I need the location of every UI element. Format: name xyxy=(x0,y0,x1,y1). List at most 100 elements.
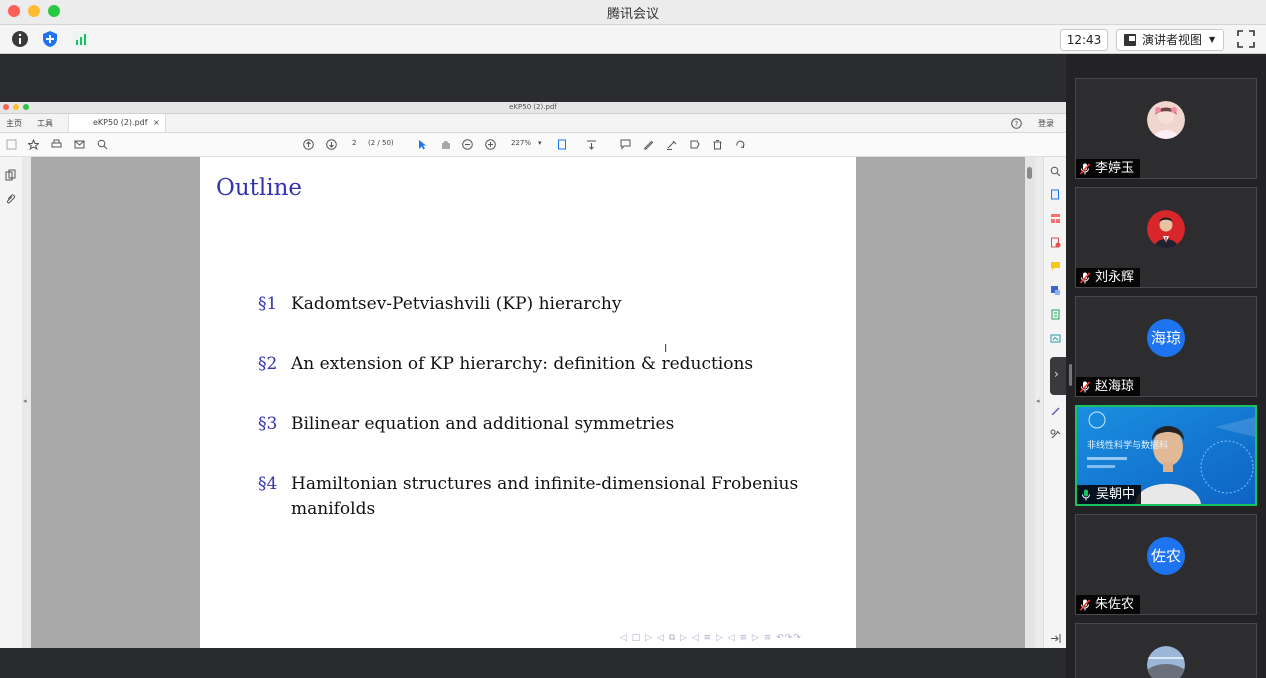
zoom-level[interactable]: 227% xyxy=(511,139,531,147)
tab-home[interactable]: 主页 xyxy=(6,118,22,129)
shield-icon[interactable] xyxy=(41,30,59,48)
pdf-toolbar: 2 (2 / 50) 227% ▾ xyxy=(0,133,1066,157)
stamp-icon[interactable] xyxy=(689,139,700,150)
customize-tools-icon[interactable] xyxy=(1050,429,1061,440)
zoom-out-icon[interactable] xyxy=(462,139,473,150)
zoom-chevron-icon[interactable]: ▾ xyxy=(538,139,542,147)
panel-resize-handle[interactable] xyxy=(1069,364,1072,386)
edit-pdf-icon[interactable] xyxy=(1050,285,1061,296)
section-text: Kadomtsev-Petviashvili (KP) hierarchy xyxy=(291,294,622,314)
scrollbar-thumb[interactable] xyxy=(1027,167,1032,179)
fullscreen-icon[interactable] xyxy=(1237,30,1255,48)
cursor-icon[interactable] xyxy=(417,139,428,150)
collapse-right-icon[interactable]: ◂ xyxy=(1036,397,1040,405)
participant-tile-partial[interactable] xyxy=(1075,623,1257,678)
participant-name: 赵海琼 xyxy=(1095,379,1135,394)
page-up-icon[interactable] xyxy=(303,139,314,150)
avatar: 佐农 xyxy=(1147,537,1185,575)
participant-name-bar: 赵海琼 xyxy=(1076,377,1141,396)
expand-panel-icon[interactable] xyxy=(1050,633,1061,644)
section-number: §2 xyxy=(258,354,278,374)
left-collapse-gutter[interactable]: ◂ xyxy=(22,157,31,648)
fit-page-icon[interactable] xyxy=(557,139,568,150)
zoom-in-icon[interactable] xyxy=(485,139,496,150)
slide-title: Outline xyxy=(216,175,303,201)
mic-muted-icon xyxy=(1080,598,1090,611)
collapse-left-icon[interactable]: ◂ xyxy=(23,397,27,405)
mic-muted-icon xyxy=(1080,162,1090,175)
text-cursor-icon: I xyxy=(664,342,668,355)
meeting-toolbar: 12:43 演讲者视图 ▼ xyxy=(0,25,1266,54)
help-icon[interactable]: ? xyxy=(1011,118,1022,129)
protect-icon[interactable] xyxy=(1050,333,1061,344)
pages-icon[interactable] xyxy=(5,169,16,181)
pdf-window: eKP50 (2).pdf 主页 工具 eKP50 (2).pdf × ? 登录… xyxy=(0,102,1067,648)
right-collapse-gutter[interactable]: ◂ xyxy=(1035,157,1043,648)
tab-close-icon[interactable]: × xyxy=(153,118,160,127)
tab-document[interactable]: eKP50 (2).pdf × xyxy=(68,114,166,132)
view-mode-dropdown[interactable]: 演讲者视图 ▼ xyxy=(1116,29,1224,51)
participant-tile[interactable]: 海琼 赵海琼 xyxy=(1075,296,1257,397)
left-sidebar xyxy=(0,157,23,648)
section-number: §4 xyxy=(258,474,278,494)
participant-tile[interactable]: 刘永辉 xyxy=(1075,187,1257,288)
slide-page: Outline §1 Kadomtsev-Petviashvili (KP) h… xyxy=(200,157,856,648)
window-titlebar: 腾讯会议 xyxy=(0,0,1266,25)
attachment-icon[interactable] xyxy=(5,193,16,205)
page-down-icon[interactable] xyxy=(326,139,337,150)
shared-screen-bottom xyxy=(0,648,1066,678)
signal-icon[interactable] xyxy=(72,30,90,48)
section-number: §3 xyxy=(258,414,278,434)
participant-name: 吴朝中 xyxy=(1096,487,1136,502)
comment-icon[interactable] xyxy=(620,139,631,150)
zoom-tool-icon[interactable] xyxy=(1050,166,1061,177)
participant-name-bar: 李婷玉 xyxy=(1076,159,1141,178)
hand-icon[interactable] xyxy=(440,139,451,150)
create-pdf-icon[interactable] xyxy=(1050,237,1061,248)
login-link[interactable]: 登录 xyxy=(1038,118,1054,129)
highlight-icon[interactable] xyxy=(666,139,677,150)
mail-icon[interactable] xyxy=(74,139,85,150)
chevron-down-icon: ▼ xyxy=(1209,35,1216,44)
pdf-titlebar: eKP50 (2).pdf xyxy=(0,102,1066,114)
mic-active-icon xyxy=(1082,489,1090,500)
vertical-scrollbar[interactable] xyxy=(1025,157,1035,648)
print-icon[interactable] xyxy=(51,139,62,150)
info-icon[interactable] xyxy=(11,30,29,48)
window-title: 腾讯会议 xyxy=(606,7,659,22)
meeting-clock: 12:43 xyxy=(1060,29,1108,51)
fill-sign-icon[interactable] xyxy=(1050,405,1061,416)
redo-icon[interactable] xyxy=(735,139,746,150)
avatar: 海琼 xyxy=(1147,319,1185,357)
page-number-input[interactable]: 2 xyxy=(352,139,356,147)
organize-pages-icon[interactable] xyxy=(1050,213,1061,224)
pen-icon[interactable] xyxy=(643,139,654,150)
pdf-title: eKP50 (2).pdf xyxy=(509,103,557,111)
mic-muted-icon xyxy=(1080,271,1090,284)
svg-text:?: ? xyxy=(1015,120,1019,128)
export-pdf-icon[interactable] xyxy=(1050,189,1061,200)
participant-tile[interactable]: 佐农 朱佐农 xyxy=(1075,514,1257,615)
star-icon[interactable] xyxy=(28,139,39,150)
avatar xyxy=(1147,646,1185,678)
search-icon[interactable] xyxy=(97,139,108,150)
mic-muted-icon xyxy=(1080,380,1090,393)
section-number: §1 xyxy=(258,294,278,314)
participants-toggle-handle[interactable]: › xyxy=(1050,357,1066,395)
comment-tool-icon[interactable] xyxy=(1050,261,1061,272)
participant-name: 刘永辉 xyxy=(1095,270,1135,285)
right-tool-panel xyxy=(1043,157,1067,648)
participant-tile-active[interactable]: 非线性科学与数据科 吴朝中 xyxy=(1075,405,1257,506)
section-text: Hamiltonian structures and infinite-dime… xyxy=(291,474,799,519)
participant-name-bar: 朱佐农 xyxy=(1076,595,1141,614)
compress-icon[interactable] xyxy=(1050,309,1061,320)
trash-icon[interactable] xyxy=(712,139,723,150)
participant-tile[interactable]: 李婷玉 xyxy=(1075,78,1257,179)
pdf-tabbar: 主页 工具 eKP50 (2).pdf × ? 登录 xyxy=(0,114,1066,133)
save-icon[interactable] xyxy=(6,139,17,150)
scroll-mode-icon[interactable] xyxy=(586,139,597,150)
tab-tools[interactable]: 工具 xyxy=(37,118,53,129)
beamer-navigation[interactable]: ◁ □ ▷ ◁ ⧉ ▷ ◁ ≡ ▷ ◁ ≡ ▷ ≡ ↶↷↷ xyxy=(620,633,802,643)
view-mode-label: 演讲者视图 xyxy=(1142,33,1203,47)
video-banner-text: 非线性科学与数据科 xyxy=(1087,441,1169,451)
